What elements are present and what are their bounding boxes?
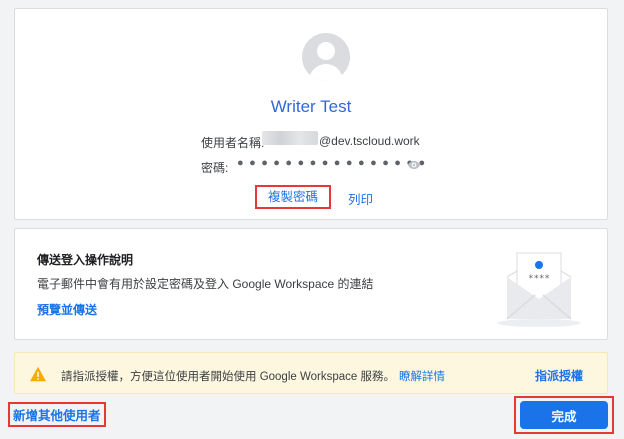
user-display-name: Writer Test xyxy=(270,97,352,116)
banner-message: 請指派授權，方便這位使用者開始使用 Google Workspace 服務。 瞭解… xyxy=(61,368,445,384)
username-domain: @dev.tscloud.work xyxy=(319,134,420,148)
done-button[interactable]: 完成 xyxy=(520,401,608,429)
add-another-user-button[interactable]: 新增其他使用者 xyxy=(8,402,106,427)
warning-icon xyxy=(30,366,46,382)
avatar-body xyxy=(309,64,343,81)
show-password-eye-icon[interactable] xyxy=(407,158,421,172)
redacted-username xyxy=(262,131,318,145)
avatar-head xyxy=(317,42,335,60)
print-button[interactable]: 列印 xyxy=(348,189,373,208)
password-mask: ● ● ● ● ● ● ● ● ● ● ● ● ● ● ● ● xyxy=(237,157,427,169)
envelope-stars: **** xyxy=(528,274,550,284)
send-instructions-description: 電子郵件中會有用於設定密碼及登入 Google Workspace 的連結 xyxy=(37,277,374,291)
avatar xyxy=(302,33,350,81)
user-info-card: Writer Test 使用者名稱: @dev.tscloud.work 密碼:… xyxy=(14,8,608,220)
copy-password-button[interactable]: 複製密碼 xyxy=(255,185,331,209)
password-label: 密碼: xyxy=(201,161,229,175)
preview-and-send-button[interactable]: 預覽並傳送 xyxy=(37,301,97,318)
banner-text: 請指派授權，方便這位使用者開始使用 Google Workspace 服務。 xyxy=(61,371,395,383)
send-instructions-card: 傳送登入操作說明 電子郵件中會有用於設定密碼及登入 Google Workspa… xyxy=(14,228,608,340)
envelope-illustration-icon: **** xyxy=(497,252,581,327)
license-warning-banner: 請指派授權，方便這位使用者開始使用 Google Workspace 服務。 瞭解… xyxy=(14,352,608,394)
send-instructions-title: 傳送登入操作說明 xyxy=(37,253,134,267)
username-label: 使用者名稱: xyxy=(201,136,265,150)
assign-license-button[interactable]: 指派授權 xyxy=(535,367,583,384)
learn-more-link[interactable]: 瞭解詳情 xyxy=(399,371,445,383)
